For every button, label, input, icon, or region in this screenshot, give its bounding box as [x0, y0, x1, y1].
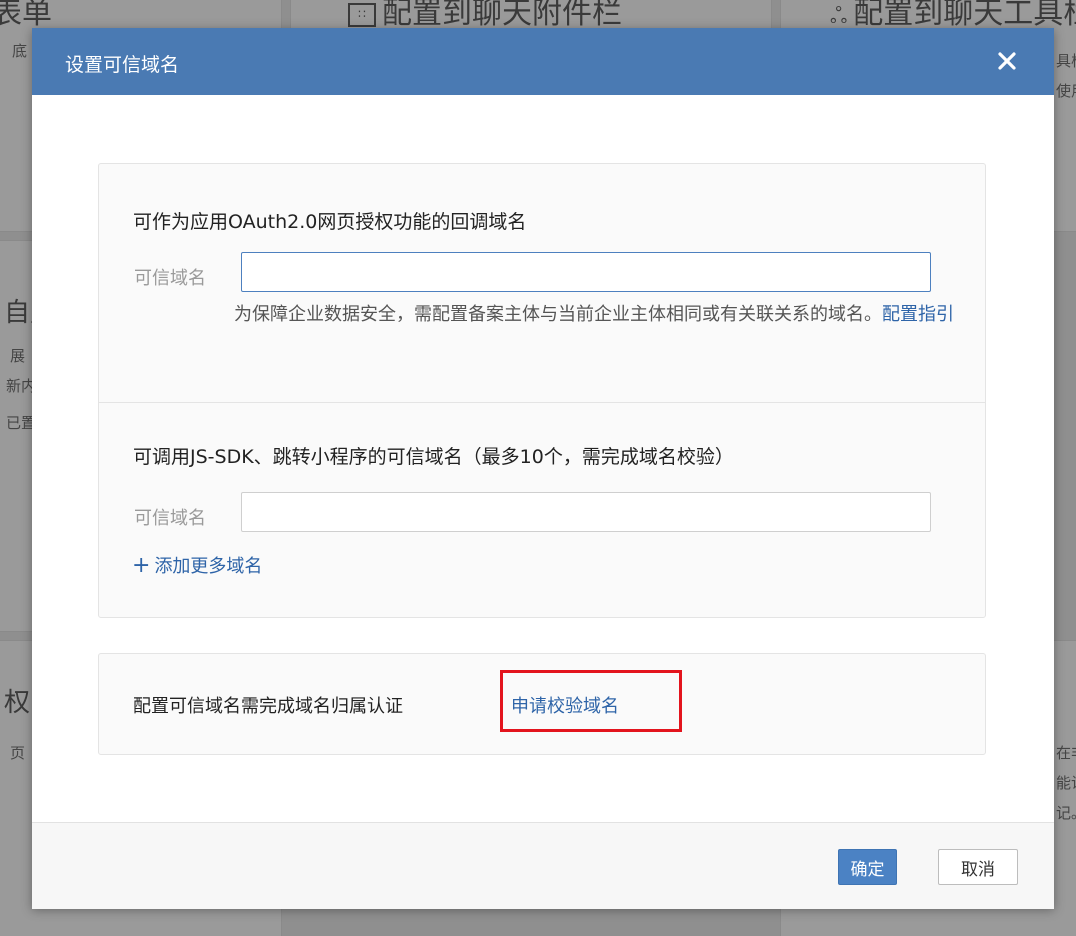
- config-guide-link[interactable]: 配置指引: [882, 304, 954, 325]
- domain-verify-panel: 配置可信域名需完成域名归属认证 申请校验域名: [98, 653, 986, 755]
- add-more-domains-button[interactable]: + 添加更多域名: [132, 552, 262, 578]
- dialog-title: 设置可信域名: [65, 54, 180, 76]
- jssdk-domain-input[interactable]: [241, 492, 931, 532]
- bg-card-text: 展: [10, 347, 26, 365]
- bg-card-title-text: 配置到聊天附件栏: [382, 0, 622, 31]
- dialog-header: 设置可信域名: [32, 28, 1054, 95]
- bg-card-text: 使用: [1056, 82, 1076, 100]
- oauth-hint-text: 为保障企业数据安全，需配置备案主体与当前企业主体相同或有关联关系的域名。: [234, 304, 882, 325]
- bg-card-text: 底: [12, 42, 28, 60]
- domain-config-panel: 可作为应用OAuth2.0网页授权功能的回调域名 可信域名 为保障企业数据安全，…: [98, 163, 986, 618]
- cluster-icon: ஃ: [830, 4, 848, 29]
- bg-card-text: 在非: [1056, 744, 1076, 762]
- add-more-label: 添加更多域名: [154, 556, 263, 577]
- bg-card-title-text: 配置到聊天工具栏: [853, 0, 1076, 31]
- bg-card-text: 页: [10, 744, 26, 762]
- section-divider: [99, 402, 985, 403]
- oauth-domain-heading: 可作为应用OAuth2.0网页授权功能的回调域名: [133, 211, 527, 233]
- dialog-footer: 确定 取消: [32, 822, 1054, 909]
- trusted-domain-dialog: 设置可信域名 可作为应用OAuth2.0网页授权功能的回调域名 可信域名 为保障…: [32, 28, 1054, 909]
- bg-card-text: 记。: [1056, 804, 1076, 822]
- jssdk-domain-heading: 可调用JS-SDK、跳转小程序的可信域名（最多10个，需完成域名校验）: [133, 446, 734, 468]
- plus-icon: +: [132, 553, 151, 578]
- bg-card-text: 能访: [1056, 774, 1076, 792]
- confirm-button[interactable]: 确定: [838, 849, 897, 885]
- oauth-domain-label: 可信域名: [134, 268, 206, 289]
- close-icon[interactable]: [992, 46, 1022, 76]
- bg-card-title: 权: [4, 688, 31, 718]
- oauth-domain-hint: 为保障企业数据安全，需配置备案主体与当前企业主体相同或有关联关系的域名。配置指引: [234, 298, 954, 331]
- oauth-domain-input[interactable]: [241, 252, 931, 292]
- bg-card-text: 具栏: [1056, 52, 1076, 70]
- highlight-annotation-box: [500, 670, 682, 732]
- jssdk-domain-label: 可信域名: [134, 508, 206, 529]
- grid-icon: ∷: [348, 2, 376, 27]
- verify-requirement-text: 配置可信域名需完成域名归属认证: [133, 696, 403, 717]
- cancel-button[interactable]: 取消: [938, 849, 1018, 885]
